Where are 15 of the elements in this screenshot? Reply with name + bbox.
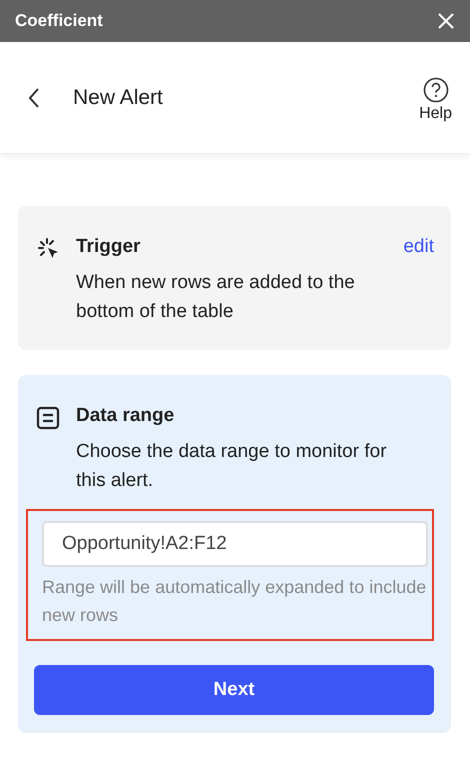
edit-link[interactable]: edit <box>403 236 434 258</box>
list-icon <box>35 405 61 431</box>
close-icon[interactable] <box>437 12 455 30</box>
card-title: Data range <box>76 405 176 427</box>
data-range-description: Choose the data range to monitor for this alert. <box>76 440 388 493</box>
help-icon <box>422 76 449 102</box>
card-title: Trigger <box>76 236 140 258</box>
window-title: Coefficient <box>15 11 103 31</box>
back-icon[interactable] <box>28 88 40 108</box>
range-field[interactable]: Opportunity!A2:F12 <box>42 521 428 567</box>
help-button[interactable]: Help <box>419 76 452 122</box>
next-button[interactable]: Next <box>34 665 434 715</box>
range-hint: Range will be automatically expanded to include new rows <box>42 576 428 627</box>
page-title: New Alert <box>73 86 164 110</box>
trigger-description: When new rows are added to the bottom of the table <box>76 271 356 324</box>
